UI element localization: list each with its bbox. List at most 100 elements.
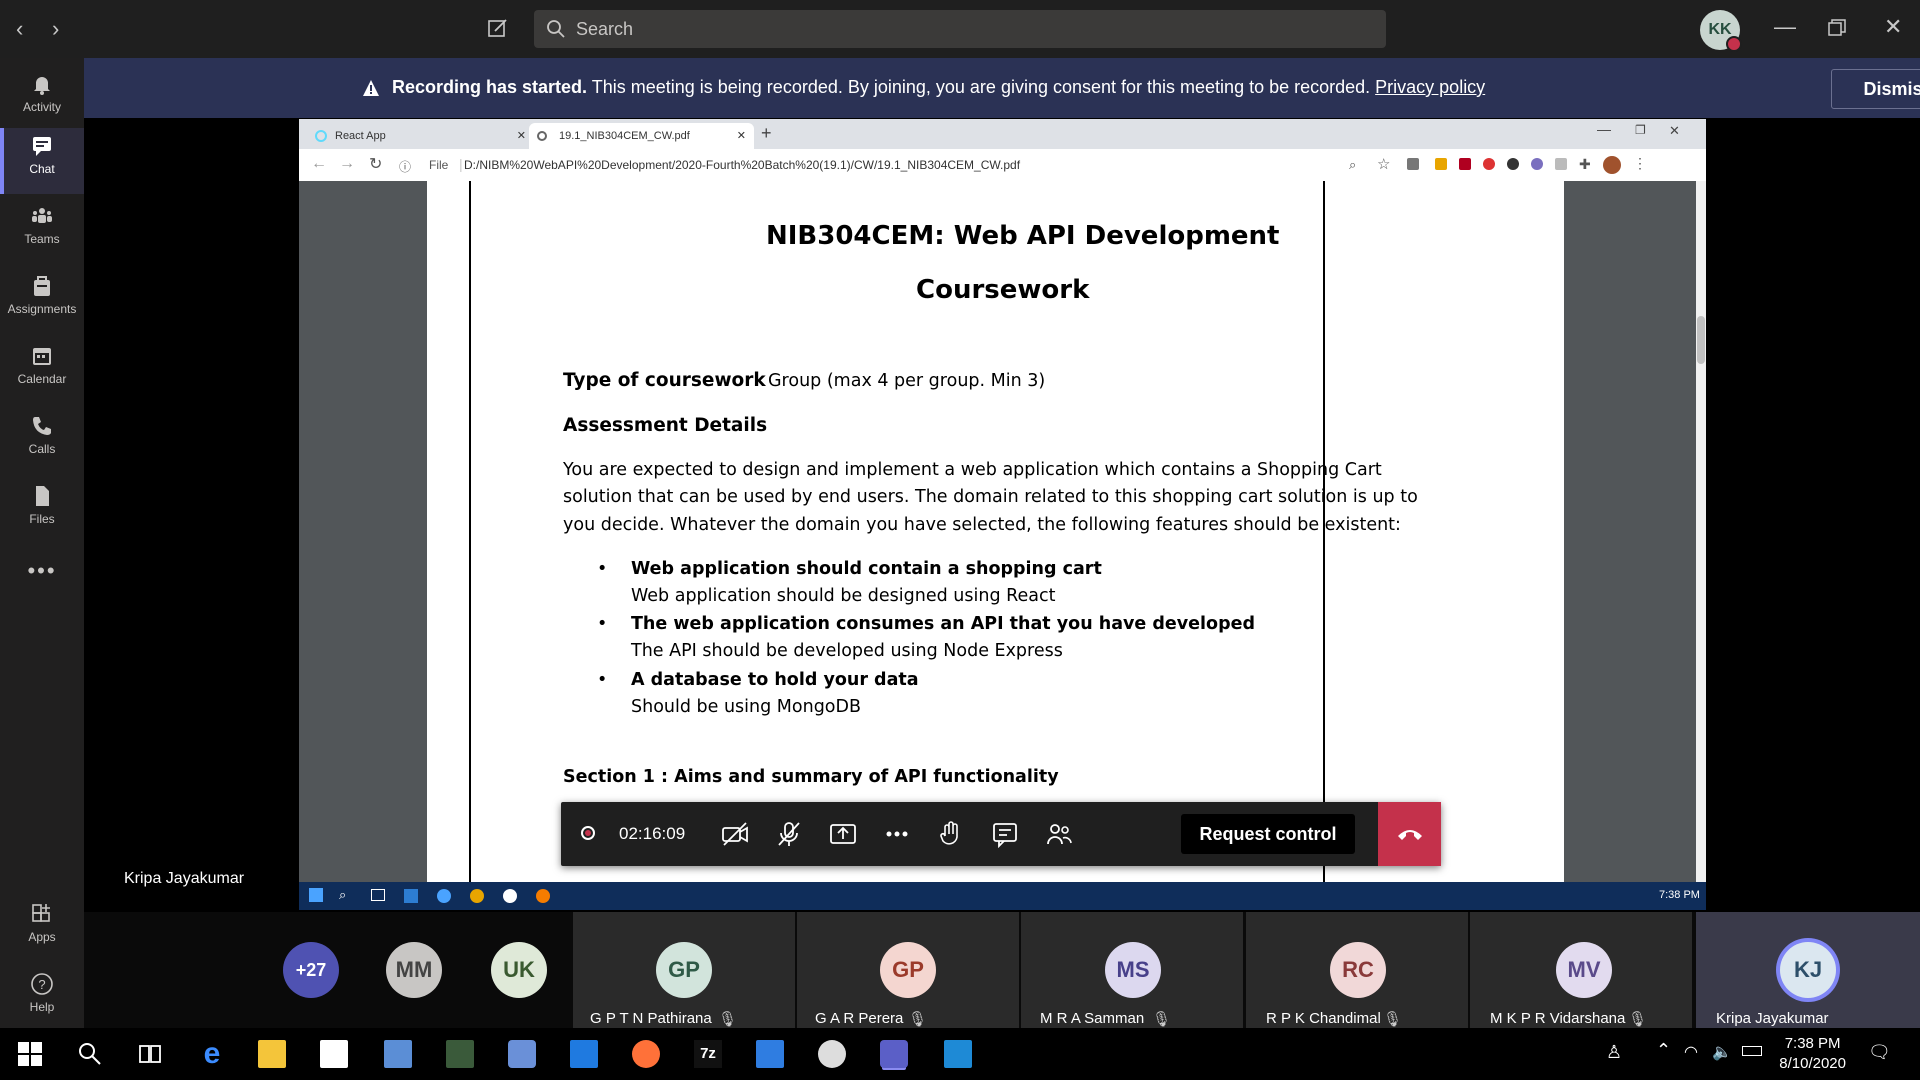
back-icon[interactable]: ← xyxy=(311,155,327,173)
taskbar-clock[interactable]: 7:38 PM 8/10/2020 xyxy=(1779,1034,1846,1074)
camera-icon[interactable] xyxy=(508,1040,536,1068)
file-explorer-icon[interactable] xyxy=(258,1040,286,1068)
file-label: File xyxy=(429,158,449,172)
vm-app-icon xyxy=(437,889,451,903)
bullet-dot: • xyxy=(597,559,608,579)
more-actions-icon[interactable] xyxy=(883,820,911,848)
dismiss-button[interactable]: Dismiss xyxy=(1831,69,1920,109)
browser-maximize-icon[interactable]: ❐ xyxy=(1635,123,1646,137)
type-value: Group (max 4 per group. Min 3) xyxy=(768,371,1046,391)
rail-item-calendar[interactable]: Calendar xyxy=(0,338,84,404)
calculator-icon[interactable] xyxy=(384,1040,412,1068)
extension-grey-icon[interactable] xyxy=(1555,158,1567,170)
more-apps-icon[interactable]: ••• xyxy=(0,558,84,624)
store-icon[interactable] xyxy=(320,1040,348,1068)
hang-up-button[interactable] xyxy=(1378,802,1441,866)
tab-label: React App xyxy=(335,130,386,142)
taskbar-search-icon[interactable] xyxy=(76,1040,104,1068)
chat-panel-icon[interactable] xyxy=(991,820,1019,848)
firefox-icon[interactable] xyxy=(632,1040,660,1068)
rail-item-teams[interactable]: Teams xyxy=(0,198,84,264)
browser-menu-icon[interactable]: ⋮ xyxy=(1633,155,1647,172)
battery-icon[interactable] xyxy=(1742,1046,1762,1056)
app-icon[interactable] xyxy=(446,1040,474,1068)
close-icon[interactable]: ✕ xyxy=(1884,14,1902,40)
notifications-icon[interactable]: 🗨 xyxy=(1868,1042,1891,1063)
participant-avatar[interactable]: GP xyxy=(880,942,936,998)
tab-close-icon[interactable]: ✕ xyxy=(517,123,526,149)
extensions-puzzle-icon[interactable]: ✚ xyxy=(1579,156,1591,173)
windows-start-icon[interactable] xyxy=(16,1040,44,1068)
rail-item-apps[interactable]: Apps xyxy=(0,896,84,962)
settings-gear-icon[interactable] xyxy=(818,1040,846,1068)
participant-avatar[interactable]: GP xyxy=(656,942,712,998)
show-hidden-icons[interactable]: ⌃ xyxy=(1656,1040,1671,1061)
participant-name: G A R Perera xyxy=(815,1010,904,1027)
browser-minimize-icon[interactable]: — xyxy=(1597,121,1611,137)
task-view-icon[interactable] xyxy=(136,1040,164,1068)
camera-off-icon[interactable] xyxy=(721,820,749,848)
windows-taskbar: e 7z ♙ ⌃ ◠ 🔈 7:38 PM 8/10/2020 🗨 xyxy=(0,1028,1920,1080)
rail-item-activity[interactable]: Activity xyxy=(0,66,84,132)
extension-purple-icon[interactable] xyxy=(1531,158,1543,170)
participant-avatar[interactable]: MM xyxy=(386,942,442,998)
extension-lock-icon[interactable] xyxy=(1435,158,1447,170)
user-avatar[interactable]: KK xyxy=(1700,10,1742,52)
forward-icon[interactable]: → xyxy=(339,155,355,173)
rail-item-help[interactable]: ? Help xyxy=(0,966,84,1032)
tab-close-icon[interactable]: ✕ xyxy=(737,123,746,149)
scrollbar-thumb[interactable] xyxy=(1697,316,1705,364)
rail-item-files[interactable]: Files xyxy=(0,478,84,544)
extension-red-icon[interactable] xyxy=(1483,158,1495,170)
extension-dark-icon[interactable] xyxy=(1507,158,1519,170)
vm-clock: 7:38 PM xyxy=(1659,889,1700,901)
extension-recycle-icon[interactable] xyxy=(1407,158,1419,170)
new-chat-icon[interactable] xyxy=(487,17,509,39)
people-icon[interactable]: ♙ xyxy=(1606,1042,1622,1063)
participant-avatar[interactable]: MS xyxy=(1105,942,1161,998)
request-control-button[interactable]: Request control xyxy=(1181,814,1355,854)
edge-icon[interactable]: e xyxy=(198,1039,226,1069)
restore-icon[interactable] xyxy=(1828,19,1846,37)
profile-avatar-icon[interactable] xyxy=(1603,156,1621,174)
remote-desktop-icon[interactable] xyxy=(756,1040,784,1068)
participant-avatar[interactable]: MV xyxy=(1556,942,1612,998)
bookmark-star-icon[interactable]: ☆ xyxy=(1377,155,1390,173)
browser-tab-react-app[interactable]: React App ✕ xyxy=(309,123,534,149)
volume-icon[interactable]: 🔈 xyxy=(1712,1042,1732,1062)
zoom-icon[interactable]: ⌕ xyxy=(1349,157,1356,173)
extension-ublock-icon[interactable] xyxy=(1459,158,1471,170)
minimize-icon[interactable]: — xyxy=(1774,14,1796,40)
back-arrow-icon[interactable]: ‹ xyxy=(16,16,23,42)
7zip-icon[interactable]: 7z xyxy=(694,1040,722,1068)
forward-arrow-icon[interactable]: › xyxy=(52,16,59,42)
rail-item-chat[interactable]: Chat xyxy=(0,128,84,194)
new-tab-icon[interactable]: + xyxy=(761,123,772,144)
rail-item-calls[interactable]: Calls xyxy=(0,408,84,474)
vscode-icon[interactable] xyxy=(944,1040,972,1068)
rail-item-assignments[interactable]: Assignments xyxy=(0,268,84,334)
pdf-scrollbar[interactable] xyxy=(1696,181,1706,882)
mail-icon[interactable] xyxy=(570,1040,598,1068)
search-input[interactable]: Search xyxy=(534,10,1386,48)
raise-hand-icon[interactable] xyxy=(937,820,965,848)
reload-icon[interactable]: ↻ xyxy=(369,154,382,174)
shared-taskbar: ⌕ 7:38 PM xyxy=(299,882,1706,910)
rail-label: Help xyxy=(29,1000,55,1014)
participant-avatar[interactable]: RC xyxy=(1330,942,1386,998)
apps-icon xyxy=(32,904,50,922)
participant-avatar-speaking[interactable]: KJ xyxy=(1780,942,1836,998)
participant-avatar[interactable]: UK xyxy=(491,942,547,998)
teams-app-icon[interactable] xyxy=(880,1040,908,1068)
browser-tab-pdf[interactable]: 19.1_NIB304CEM_CW.pdf ✕ xyxy=(529,123,754,149)
privacy-policy-link[interactable]: Privacy policy xyxy=(1375,77,1485,97)
overflow-participants-count[interactable]: +27 xyxy=(283,942,339,998)
mic-off-icon[interactable] xyxy=(775,820,803,848)
browser-close-icon[interactable]: ✕ xyxy=(1669,123,1680,139)
vm-start-icon xyxy=(309,888,323,902)
share-screen-icon[interactable] xyxy=(829,820,857,848)
bullet-title: Web application should contain a shoppin… xyxy=(631,559,1102,579)
network-icon[interactable]: ◠ xyxy=(1684,1042,1698,1062)
url-input[interactable]: D:/NIBM%20WebAPI%20Development/2020-Four… xyxy=(464,158,1020,172)
participants-icon[interactable] xyxy=(1045,820,1073,848)
